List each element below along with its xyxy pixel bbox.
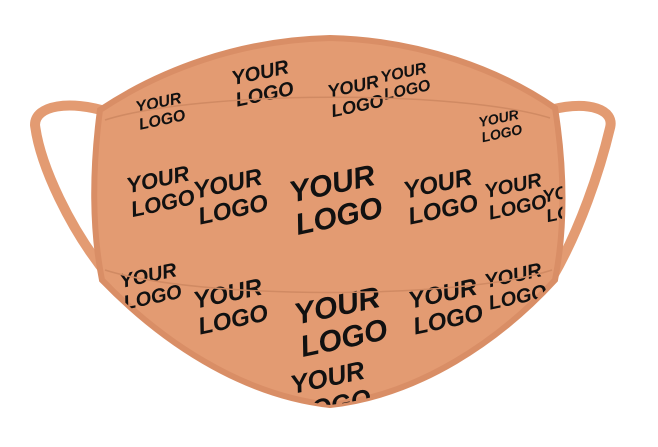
mask-image: YOURLOGOYOURLOGOYOURLOGOYOURLOGOYOURLOGO…	[29, 34, 616, 409]
